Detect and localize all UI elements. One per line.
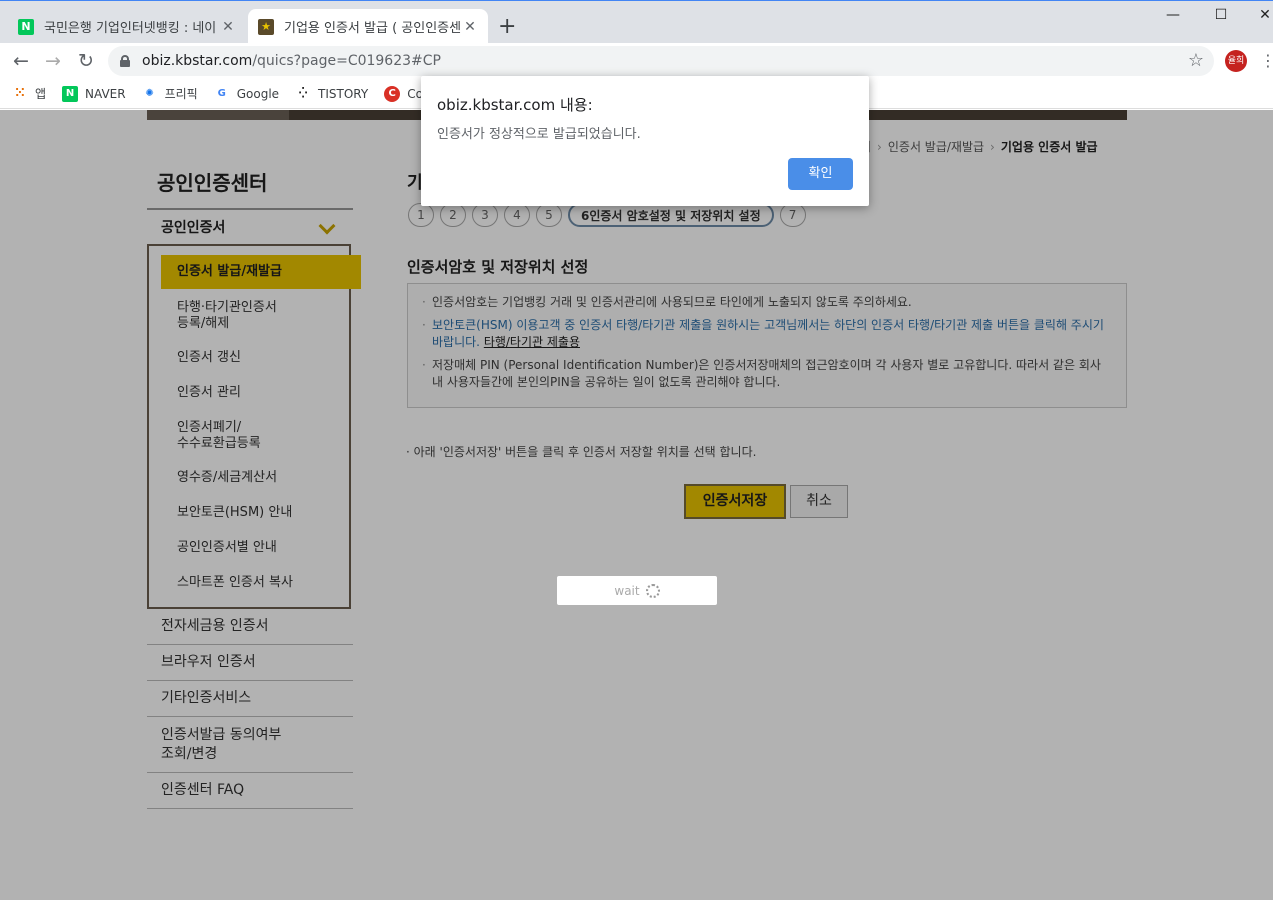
naver-icon: N [62, 85, 79, 102]
bookmark-naver[interactable]: N NAVER [62, 85, 126, 102]
menu-kebab-icon[interactable]: ⋮ [1260, 51, 1273, 70]
google-icon: G [217, 88, 226, 99]
spinner-icon [645, 583, 660, 598]
back-arrow-icon[interactable]: ← [10, 50, 32, 72]
c-icon: C [384, 85, 401, 102]
close-tab-icon[interactable]: ✕ [220, 19, 236, 35]
lock-icon [120, 55, 130, 67]
window-close-icon[interactable]: ✕ [1250, 7, 1273, 27]
tab-strip: N 국민은행 기업인터넷뱅킹 : 네이 ✕ ★ 기업용 인증서 발급 ( 공인인… [0, 0, 1273, 44]
tab-title: 국민은행 기업인터넷뱅킹 : 네이 [44, 21, 217, 36]
browser-tab-certificate[interactable]: ★ 기업용 인증서 발급 ( 공인인증센 ✕ [248, 9, 488, 44]
new-tab-icon[interactable]: + [498, 14, 516, 39]
address-bar[interactable]: obiz.kbstar.com/quics?page=C019623#CP ☆ [108, 46, 1214, 76]
dialog-message: 인증서가 정상적으로 발급되었습니다. [437, 127, 641, 142]
browser-tab-kb-banking[interactable]: N 국민은행 기업인터넷뱅킹 : 네이 ✕ [8, 9, 246, 44]
tab-title: 기업용 인증서 발급 ( 공인인증센 [284, 21, 462, 36]
close-tab-icon[interactable]: ✕ [462, 19, 478, 35]
url-text: obiz.kbstar.com/quics?page=C019623#CP [142, 53, 441, 69]
freepik-icon: ✺ [145, 88, 154, 99]
dialog-title: obiz.kbstar.com 내용: [437, 96, 593, 114]
loading-indicator: wait [557, 576, 717, 605]
apps-grid-icon: ⁙ [14, 86, 26, 101]
browser-toolbar: ← → ↻ obiz.kbstar.com/quics?page=C019623… [0, 43, 1273, 79]
alert-dialog: obiz.kbstar.com 내용: 인증서가 정상적으로 발급되었습니다. … [421, 76, 869, 206]
kb-favicon-icon: ★ [258, 18, 274, 35]
minimize-icon[interactable]: — [1158, 7, 1188, 27]
reload-icon[interactable]: ↻ [75, 50, 97, 72]
modal-overlay [0, 110, 1273, 900]
bookmark-google[interactable]: G Google [214, 86, 279, 102]
ok-button[interactable]: 확인 [788, 158, 853, 190]
bookmark-star-icon[interactable]: ☆ [1188, 50, 1204, 71]
bookmark-apps[interactable]: ⁙ 앱 [12, 85, 47, 102]
bookmark-tistory[interactable]: ⁛ TISTORY [295, 86, 369, 102]
profile-avatar[interactable]: 율희 [1225, 50, 1247, 72]
naver-favicon-icon: N [18, 18, 34, 35]
maximize-icon[interactable]: ☐ [1206, 7, 1236, 27]
forward-arrow-icon[interactable]: → [42, 50, 64, 72]
bookmark-freepik[interactable]: ✺ 프리픽 [142, 85, 197, 102]
bookmark-c[interactable]: C Co [384, 85, 423, 102]
tistory-icon: ⁛ [298, 88, 308, 99]
